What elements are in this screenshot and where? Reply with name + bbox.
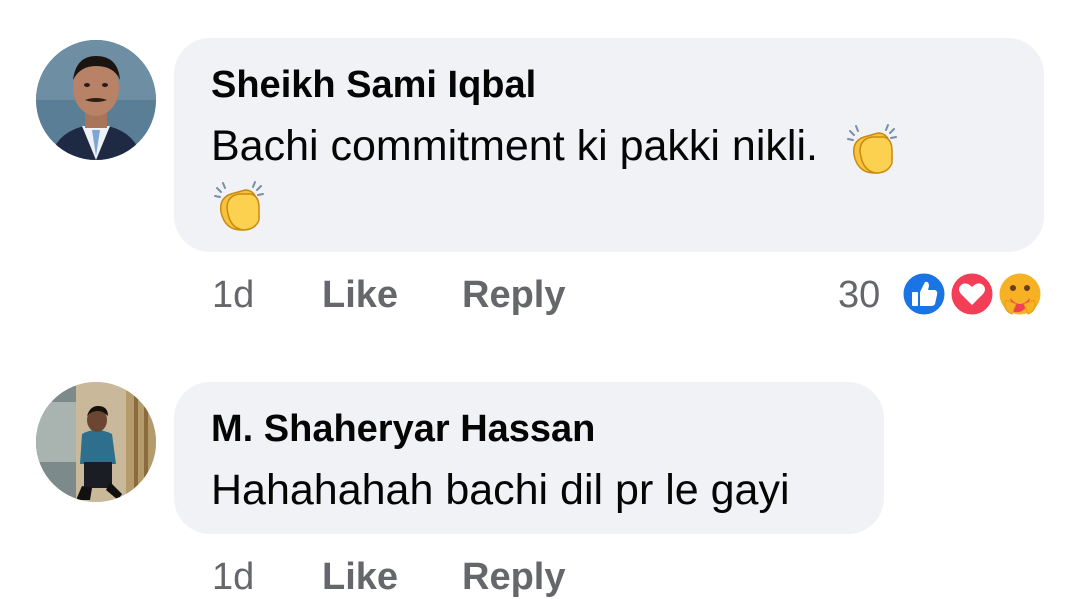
like-button[interactable]: Like <box>322 556 398 599</box>
avatar[interactable] <box>36 382 156 502</box>
comment-author[interactable]: M. Shaheryar Hassan <box>211 408 595 451</box>
profile-photo-icon <box>36 382 156 502</box>
timestamp[interactable]: 1d <box>212 556 254 599</box>
comment-text: Hahahahah bachi dil pr le gayi <box>211 466 790 514</box>
reply-button[interactable]: Reply <box>462 556 565 599</box>
comment-2: M. Shaheryar Hassan Hahahahah bachi dil … <box>0 0 1080 598</box>
comment-bubble[interactable]: M. Shaheryar Hassan Hahahahah bachi dil … <box>174 382 884 534</box>
